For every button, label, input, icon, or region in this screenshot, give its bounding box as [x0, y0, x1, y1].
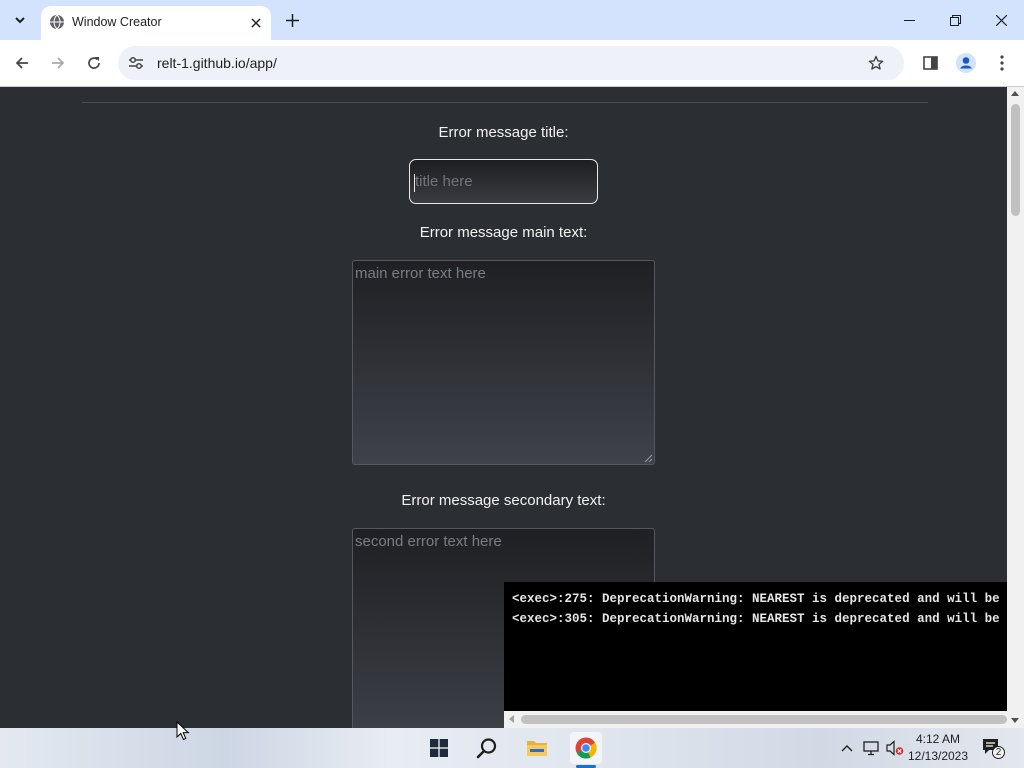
start-button[interactable]	[423, 732, 455, 764]
resize-grip-icon[interactable]	[644, 454, 653, 463]
file-explorer-icon	[527, 741, 547, 756]
kebab-menu-icon	[1000, 55, 1004, 71]
site-settings-icon	[129, 56, 143, 70]
tab-search-icon	[15, 17, 25, 24]
main-text-input[interactable]	[352, 260, 655, 465]
console-output: <exec>:275: DeprecationWarning: NEAREST …	[504, 582, 1007, 728]
notification-center-button[interactable]: 2	[981, 737, 1005, 759]
console-scrollbar[interactable]	[504, 711, 1007, 728]
text-caret	[414, 174, 415, 192]
taskbar: 4:12 AM 12/13/2023 2	[0, 728, 1024, 768]
browser-toolbar: relt-1.github.io/app/	[0, 40, 1024, 87]
file-explorer-button[interactable]	[521, 732, 553, 764]
tab-window-creator[interactable]: Window Creator	[41, 6, 271, 40]
clock-date: 12/13/2023	[907, 749, 969, 763]
console-line: <exec>:275: DeprecationWarning: NEAREST …	[512, 592, 1007, 606]
star-icon	[868, 55, 884, 70]
mouse-cursor-icon	[176, 721, 190, 741]
reload-icon	[88, 57, 100, 69]
restore-icon	[949, 14, 961, 26]
console-scrollbar-thumb[interactable]	[521, 715, 1007, 724]
taskbar-search-button[interactable]	[471, 732, 503, 764]
tab-strip: Window Creator	[0, 0, 1024, 40]
bookmark-button[interactable]	[866, 53, 886, 73]
address-bar[interactable]: relt-1.github.io/app/	[118, 46, 904, 80]
close-window-button[interactable]	[978, 0, 1024, 40]
chevron-up-icon	[841, 745, 853, 752]
minimize-button[interactable]	[886, 0, 932, 40]
divider	[82, 102, 928, 103]
windows-start-icon	[430, 739, 448, 757]
scroll-down-arrow[interactable]	[1011, 718, 1019, 723]
search-icon	[476, 738, 497, 759]
notification-count: 2	[995, 747, 1002, 758]
restore-button[interactable]	[932, 0, 978, 40]
tab-search-button[interactable]	[6, 7, 34, 33]
forward-button[interactable]	[45, 50, 71, 76]
close-icon	[995, 14, 1007, 26]
title-label: Error message title:	[438, 124, 569, 141]
network-icon	[862, 740, 879, 755]
console-line: <exec>:305: DeprecationWarning: NEAREST …	[512, 612, 1007, 626]
tab-title: Window Creator	[72, 15, 162, 29]
scroll-left-arrow[interactable]	[509, 715, 514, 723]
browser-menu-button[interactable]	[989, 50, 1015, 76]
close-icon	[251, 18, 261, 28]
profile-button[interactable]	[953, 50, 979, 76]
tab-close-button[interactable]	[246, 13, 266, 33]
site-info-button[interactable]	[126, 54, 146, 72]
chrome-taskbar-button[interactable]	[570, 732, 602, 764]
profile-icon	[956, 53, 976, 73]
scrollbar-thumb[interactable]	[1011, 104, 1020, 216]
secondary-text-label: Error message secondary text:	[401, 492, 606, 509]
url-text: relt-1.github.io/app/	[157, 55, 277, 71]
minimize-icon	[903, 19, 915, 21]
side-panel-button[interactable]	[917, 50, 943, 76]
plus-icon	[285, 13, 299, 27]
clock[interactable]: 4:12 AM 12/13/2023	[905, 731, 971, 765]
forward-arrow-icon	[52, 57, 65, 69]
page-scrollbar[interactable]	[1007, 87, 1024, 728]
scroll-up-arrow[interactable]	[1011, 91, 1019, 96]
show-hidden-icons-button[interactable]	[837, 738, 857, 758]
back-button[interactable]	[9, 50, 35, 76]
side-panel-icon	[922, 56, 938, 70]
title-input[interactable]	[409, 159, 598, 204]
new-tab-button[interactable]	[280, 8, 304, 32]
chrome-icon	[575, 737, 597, 759]
reload-button[interactable]	[81, 50, 107, 76]
back-arrow-icon	[15, 57, 28, 69]
network-button[interactable]	[861, 738, 881, 758]
main-text-label: Error message main text:	[419, 224, 588, 241]
volume-button[interactable]	[885, 738, 905, 758]
volume-muted-icon	[886, 740, 904, 756]
globe-icon	[50, 14, 64, 30]
clock-time: 4:12 AM	[915, 732, 961, 746]
